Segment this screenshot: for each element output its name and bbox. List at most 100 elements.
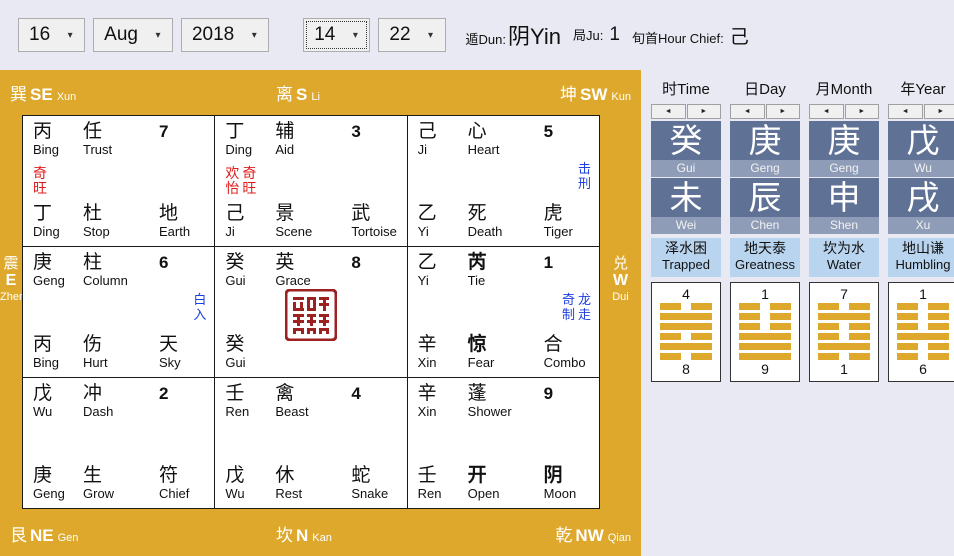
palace-glyph-en: Ren: [225, 404, 250, 419]
palace-glyph-en: Sky: [159, 355, 181, 370]
palace-number: 3: [351, 122, 361, 141]
dun-label-cn: 遁: [465, 32, 479, 47]
palace-glyph-cn: 壬: [417, 465, 437, 486]
arrow-right-icon[interactable]: ►: [765, 104, 800, 119]
palace-glyph: 己 Ji: [418, 122, 468, 156]
palace-glyph-en: Gui: [225, 355, 246, 370]
arrow-right-icon[interactable]: ►: [844, 104, 879, 119]
palace-cell-6[interactable]: 庚 Geng 柱 Column 6 白入丙 Bing 伤 Hurt 天 Sky: [23, 247, 215, 377]
direction-sw-pinyin: Kun: [611, 91, 631, 103]
annotation-char: 奇: [242, 165, 257, 181]
palace-cell-9[interactable]: 辛 Xin 蓬 Shower 9 壬 Ren 开 Open 阴 Moon: [407, 378, 599, 508]
palace-glyph-cn: 任: [83, 121, 103, 142]
hexagram-line-broken: [897, 313, 949, 321]
pillar-title: 年Year: [900, 81, 946, 98]
palace-glyph: 符 Chief: [159, 466, 189, 500]
pillar-hexagram-name[interactable]: 地山谦 Humbling: [888, 237, 954, 277]
arrow-left-icon[interactable]: ◄: [809, 104, 844, 119]
qimen-chart-app: 16 ▾ Aug ▾ 2018 ▾ 14 ▾ 22 ▾ 遁 Dun: 阴 Yin…: [0, 0, 954, 556]
pillar-branch-romanization: Xu: [888, 216, 954, 234]
palace-bottom-row: 辛 Xin 惊 Fear 合 Combo: [418, 335, 591, 369]
hexagram-bottom-number: 1: [840, 361, 848, 378]
pillar-hexagram-name[interactable]: 坎为水 Water: [809, 237, 879, 277]
hexagram-line-solid: [660, 343, 712, 351]
annotation-char: 制: [561, 306, 575, 322]
palace-glyph: 开 Open: [468, 466, 544, 500]
direction-w-cn: 兑: [612, 255, 628, 272]
palace-glyph: 蓬 Shower: [468, 384, 544, 418]
day-select[interactable]: 16 ▾: [18, 18, 86, 52]
hexagram-name-en: Humbling: [895, 257, 951, 273]
four-pillars-panel: 时Time ◄ ► 癸 Gui 未 Wei 泽水困 Trapped 4 8 日Day ◄ ► 庚 Geng 辰 C…: [641, 70, 954, 556]
hexagram-top-number: 4: [682, 286, 690, 303]
year-select[interactable]: 2018 ▾: [180, 18, 270, 52]
palace-glyph-en: Tortoise: [351, 224, 397, 239]
hexagram-line-broken: [660, 333, 712, 341]
minute-select[interactable]: 22 ▾: [378, 18, 446, 52]
palace-cell-1[interactable]: 乙 Yi 芮 Tie 1 奇制龙走辛 Xin 惊 Fear 合 Combo: [407, 247, 599, 377]
hour-select[interactable]: 14 ▾: [303, 18, 371, 52]
pillar-1: 日Day ◄ ► 庚 Geng 辰 Chen 地天泰 Greatness 1 9: [730, 78, 800, 382]
palace-top-row: 辛 Xin 蓬 Shower 9: [418, 384, 591, 418]
palace-glyph-en: Scene: [275, 224, 313, 239]
palace-cell-7[interactable]: 丙 Bing 任 Trust 7 奇旺丁 Ding 杜 Stop 地 Earth: [23, 116, 215, 246]
palace-number: 7: [159, 122, 169, 141]
pillar-branch: 辰 Chen: [730, 177, 800, 234]
palace-glyph: 地 Earth: [159, 204, 190, 238]
palace-glyph: 辛 Xin: [418, 335, 468, 369]
palace-cell-3[interactable]: 丁 Ding 辅 Aid 3 欢怡奇旺己 Ji 景 Scene 武 Tortoise: [215, 116, 407, 246]
direction-label-sw: 坤 SW Kun: [560, 80, 631, 105]
hexagram-line-broken: [818, 303, 870, 311]
pillar-stem-cn: 庚: [748, 122, 782, 159]
hexagram-line-broken: [818, 333, 870, 341]
arrow-right-icon[interactable]: ►: [923, 104, 954, 119]
palace-cell-2[interactable]: 戊 Wu 冲 Dash 2 庚 Geng 生 Grow 符 Chief: [23, 378, 215, 508]
palace-number: 2: [159, 384, 169, 403]
palace-bottom-row: 庚 Geng 生 Grow 符 Chief: [33, 466, 206, 500]
pillar-branch-cn: 辰: [748, 178, 782, 216]
palace-number: 9: [543, 384, 554, 403]
hexagram-diagram: 16: [888, 281, 954, 382]
palace-glyph-en: Geng: [33, 273, 65, 288]
pillar-stepper: ◄ ►: [888, 104, 954, 119]
hexagram-line-solid: [897, 333, 949, 341]
direction-e-cn: 震: [3, 255, 19, 272]
palace-glyph: 虎 Tiger: [544, 204, 573, 238]
hexagram-diagram: 48: [651, 281, 721, 382]
palace-glyph-en: Beast: [275, 404, 309, 419]
palace-glyph-en: Aid: [275, 142, 295, 157]
pillar-stem-romanization: Geng: [730, 159, 800, 177]
pillar-branch-cn: 未: [669, 178, 703, 216]
pillar-stem-romanization: Gui: [651, 159, 721, 177]
palace-glyph-cn: 庚: [33, 252, 53, 273]
palace-glyph-cn: 死: [467, 203, 487, 224]
pillar-hexagram-name[interactable]: 泽水困 Trapped: [651, 237, 721, 277]
pillar-hexagram-name[interactable]: 地天泰 Greatness: [730, 237, 800, 277]
pillar-stem: 癸 Gui: [651, 121, 721, 177]
hexagram-diagram: 19: [730, 281, 800, 382]
arrow-right-icon[interactable]: ►: [686, 104, 721, 119]
annotation-column: 龙走: [578, 293, 591, 321]
pillar-stem: 庚 Geng: [809, 121, 879, 177]
palace-glyph-cn: 蓬: [467, 383, 487, 404]
arrow-left-icon[interactable]: ◄: [730, 104, 765, 119]
palace-cell-4[interactable]: 壬 Ren 禽 Beast 4 戊 Wu 休 Rest 蛇 Snake: [215, 378, 407, 508]
palace-top-row: 乙 Yi 芮 Tie 1: [418, 253, 591, 287]
arrow-left-icon[interactable]: ◄: [651, 104, 686, 119]
palace-cell-5[interactable]: 己 Ji 心 Heart 5 击刑乙 Yi 死 Death 虎 Tiger: [407, 116, 599, 246]
arrow-left-icon[interactable]: ◄: [888, 104, 923, 119]
palace-glyph-en: Grace: [275, 273, 311, 288]
hexagram-line-broken: [739, 313, 791, 321]
direction-ne-cn: 艮: [10, 526, 27, 545]
palace-glyph: 辛 Xin: [418, 384, 468, 418]
month-select[interactable]: Aug ▾: [93, 18, 173, 52]
pillar-2: 月Month ◄ ► 庚 Geng 申 Shen 坎为水 Water 7 1: [809, 78, 879, 382]
hexagram-line-broken: [739, 323, 791, 331]
hexagram-name-en: Water: [826, 257, 862, 273]
direction-se-abbr: SE: [30, 85, 53, 104]
palace-glyph-cn: 辛: [417, 383, 437, 404]
palace-glyph: 死 Death: [468, 204, 544, 238]
palace-red-annotation: 奇旺: [33, 166, 47, 195]
palace-cell-8[interactable]: 癸 Gui 英 Grace 8 癸 Gui: [215, 247, 407, 377]
palace-glyph-cn: 地: [159, 203, 179, 224]
